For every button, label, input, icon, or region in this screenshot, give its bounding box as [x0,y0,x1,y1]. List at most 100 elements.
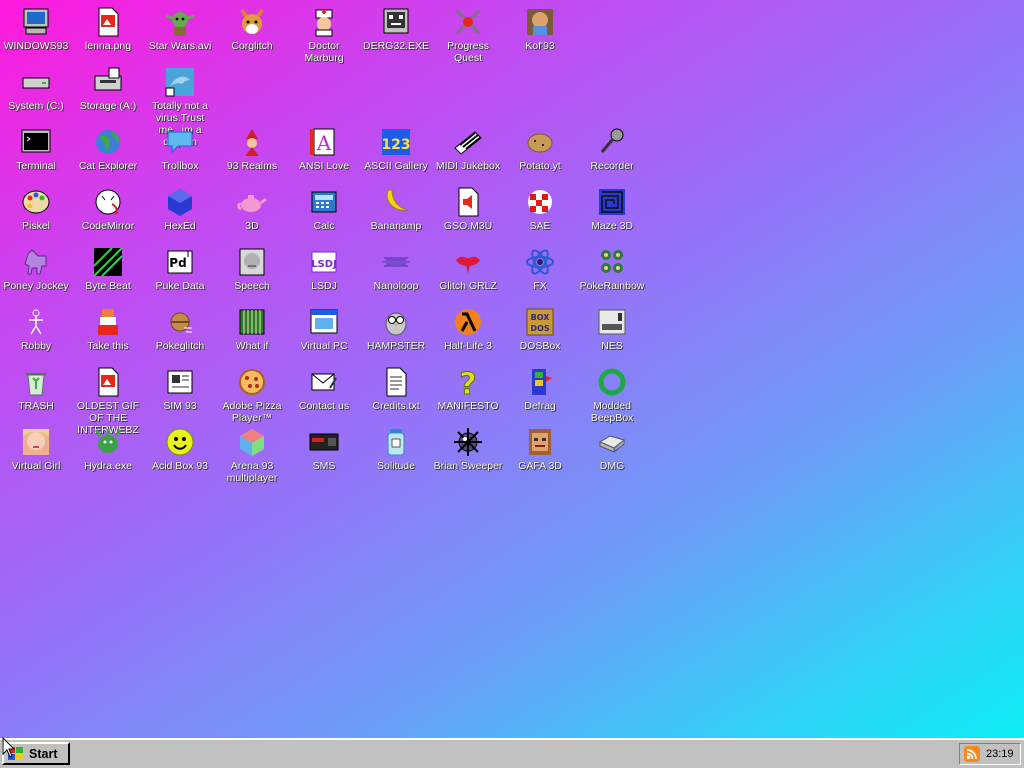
desktop-icon[interactable]: DERG32.EXE [360,0,432,60]
desktop-icon[interactable]: Byte Beat [72,240,144,300]
desktop-icon-label: GAFA 3D [518,460,562,472]
desktop-icon[interactable]: Hydra.exe [72,420,144,480]
desktop-icon[interactable]: NES [576,300,648,360]
desktop-icon[interactable]: Corglitch [216,0,288,60]
corgi-icon [236,6,268,38]
desktop-icon[interactable]: SIM 93 [144,360,216,420]
desktop-icon[interactable]: A ANSI Love [288,120,360,180]
girl-face-icon [20,426,52,458]
desktop-icon[interactable]: BOX DOS DOSBox [504,300,576,360]
desktop-icon-label: Recorder [590,160,634,172]
desktop-icon[interactable]: Defrag [504,360,576,420]
desktop-icon[interactable]: Trollbox [144,120,216,180]
desktop-icon[interactable]: GSO.M3U [432,180,504,240]
desktop-icon-label: Credits.txt [372,400,420,412]
desktop-icon[interactable]: WINDOWS93 [0,0,72,60]
desktop-icon[interactable]: System (C:) [0,60,72,120]
desktop-icon[interactable]: Totally not a virus.Trust me...im a dolp… [144,60,216,148]
desktop-icon-label: Byte Beat [85,280,131,292]
desktop-icon[interactable]: Acid Box 93 [144,420,216,480]
desktop-icon[interactable]: MIDI Jukebox [432,120,504,180]
desktop-icon[interactable]: Half-Life 3 [432,300,504,360]
desktop-icon[interactable]: Adobe Pizza Player™ [216,360,288,424]
desktop-icon[interactable]: Poney Jockey [0,240,72,300]
desktop-icon[interactable]: Take this [72,300,144,360]
doomguy-icon [524,426,556,458]
desktop-icon[interactable]: Kof'93 [504,0,576,60]
desktop-icon[interactable]: What if [216,300,288,360]
desktop-icon[interactable]: SAE [504,180,576,240]
desktop-icon[interactable]: Solitude [360,420,432,480]
desktop-icon[interactable]: GAFA 3D [504,420,576,480]
desktop-icon[interactable]: Arena 93 multiplayer [216,420,288,484]
desktop-icon[interactable]: TRASH [0,360,72,420]
desktop-icon-label: NES [601,340,623,352]
desktop-icon-label: System (C:) [8,100,64,112]
text-file-icon [380,366,412,398]
desktop-icon[interactable]: Progress Quest [432,0,504,64]
desktop-icon-label: HexEd [164,220,196,232]
desktop-icon[interactable]: DMG [576,420,648,480]
start-label: Start [29,746,58,761]
desktop-icon[interactable]: Doctor Marburg [288,0,360,64]
svg-text:DOS: DOS [530,324,549,333]
desktop-icon[interactable]: Modded BeepBox [576,360,648,424]
desktop-icon[interactable]: 3D [216,180,288,240]
desktop-icon[interactable]: Storage (A:) [72,60,144,120]
desktop-icon[interactable]: Recorder [576,120,648,180]
desktop-icon[interactable]: Glitch GRLZ [432,240,504,300]
desktop-icon[interactable]: PokeRainbow [576,240,648,300]
desktop-icon[interactable]: HexEd [144,180,216,240]
desktop-icon[interactable]: Maze 3D [576,180,648,240]
gif-file-icon [92,366,124,398]
potato-icon [524,126,556,158]
desktop-icon[interactable]: Potato.yt [504,120,576,180]
desktop-icon[interactable]: Piskel [0,180,72,240]
desktop-icon[interactable]: Terminal [0,120,72,180]
desktop-icon[interactable]: HAMPSTER [360,300,432,360]
desktop-icon-label: HAMPSTER [366,340,426,352]
desktop: WINDOWS93 lenna.png Star Wars.avi Corglitch… [0,0,1024,738]
clock: 23:19 [986,748,1014,760]
svg-text:BOX: BOX [531,313,551,322]
desktop-icon[interactable]: Star Wars.avi [144,0,216,60]
desktop-icon[interactable]: 93 Realms [216,120,288,180]
desktop-icon[interactable]: Bananamp [360,180,432,240]
desktop-icon[interactable]: Cat Explorer [72,120,144,180]
desktop-icon[interactable]: Contact us [288,360,360,420]
desktop-icon[interactable]: Nanoloop [360,240,432,300]
svg-text:123: 123 [381,137,410,153]
lsdj-icon: LSDJ [308,246,340,278]
desktop-icon[interactable]: LSDJ LSDJ [288,240,360,300]
pixel-guy-icon [92,306,124,338]
desktop-icon[interactable]: Pd Puke Data [144,240,216,300]
rss-icon[interactable] [964,746,980,762]
desktop-icon[interactable]: 123 ASCII Gallery [360,120,432,180]
desktop-icon[interactable]: Brian Sweeper [432,420,504,480]
desktop-icon[interactable]: ? MANIFESTO [432,360,504,420]
desktop-icon-label: Bananamp [370,220,422,232]
desktop-icon[interactable]: Robby [0,300,72,360]
ansi-letter-icon: A [308,126,340,158]
desktop-icon[interactable]: Speech [216,240,288,300]
desktop-icon-label: Nanoloop [373,280,419,292]
desktop-icon[interactable]: Calc [288,180,360,240]
sim-card-icon [164,366,196,398]
cube-icon [164,186,196,218]
question-icon: ? [452,366,484,399]
desktop-icon[interactable]: Pokeglitch [144,300,216,360]
desktop-icon[interactable]: CodeMirror [72,180,144,240]
desktop-icon[interactable]: OLDEST GIF OF THE INTERWEBZ [72,360,144,436]
desktop-icon[interactable]: SMS [288,420,360,480]
bytebeat-icon [92,246,124,278]
desktop-icon[interactable]: Virtual PC [288,300,360,360]
desktop-icon[interactable]: lenna.png [72,0,144,60]
desktop-icon-label: Calc [313,220,335,232]
desktop-icon[interactable]: Virtual Girl [0,420,72,480]
desktop-icon[interactable]: Credits.txt [360,360,432,420]
red-wizard-icon [236,126,268,158]
desktop-icon[interactable]: FX [504,240,576,300]
dolphin-icon [164,66,196,98]
desktop-icon-label: Trollbox [161,160,199,172]
desktop-icon-label: Virtual Girl [11,460,61,472]
